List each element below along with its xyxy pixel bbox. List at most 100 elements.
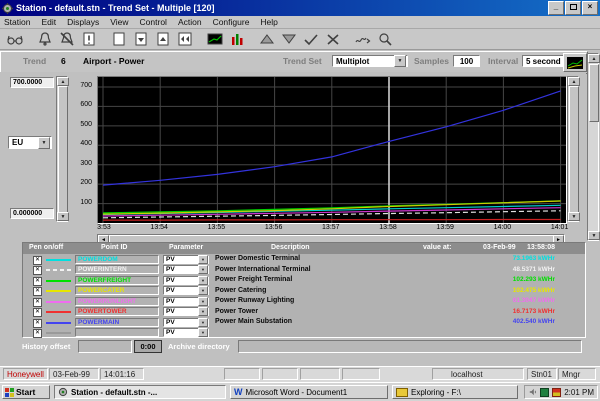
pen-value: 73.1963 kWHr <box>463 255 555 262</box>
point-id-field[interactable]: POWERTOWER <box>75 307 159 316</box>
parameter-select[interactable]: PV▼ <box>163 307 209 316</box>
trend-set-select[interactable]: Multiplot ▼ <box>332 55 408 67</box>
point-id-field[interactable] <box>75 328 159 337</box>
parameter-value: PV <box>164 266 198 273</box>
close-button[interactable]: × <box>582 1 598 15</box>
word-icon: W <box>234 387 243 397</box>
pen-onoff-checkbox[interactable]: ✕ <box>33 266 42 275</box>
zoom-icon[interactable] <box>374 30 396 48</box>
pen-onoff-checkbox[interactable]: ✕ <box>33 308 42 317</box>
point-id-field[interactable]: POWERFREIGHT <box>75 276 159 285</box>
pen-value: 102.475 kWHr <box>463 287 555 294</box>
check-icon: ✕ <box>34 320 41 327</box>
speaker-icon <box>529 388 537 396</box>
eu-select[interactable]: EU ▼ <box>8 136 52 149</box>
chevron-down-icon[interactable]: ▼ <box>198 265 208 274</box>
task-explorer[interactable]: Exploring - F:\ <box>392 385 518 399</box>
scroll-thumb[interactable] <box>58 86 68 214</box>
chevron-down-icon[interactable]: ▼ <box>198 297 208 306</box>
task-station[interactable]: Station - default.stn -... <box>54 385 226 399</box>
scroll-thumb[interactable] <box>569 86 579 214</box>
minimize-button[interactable]: _ <box>548 1 564 15</box>
pen-table-header: Pen on/off Point ID Parameter Descriptio… <box>23 243 585 254</box>
page-up-icon[interactable] <box>152 30 174 48</box>
scroll-up-icon[interactable]: ▲ <box>568 77 580 86</box>
restore-button[interactable] <box>565 1 581 15</box>
point-id-field[interactable]: POWERRUNLIGHT <box>75 297 159 306</box>
glasses-icon[interactable] <box>4 30 26 48</box>
page-back-icon[interactable] <box>174 30 196 48</box>
point-id-field[interactable]: POWERDOM <box>75 255 159 264</box>
pen-description: Power Main Substation <box>215 318 292 325</box>
page-icon[interactable] <box>108 30 130 48</box>
pen-onoff-checkbox[interactable]: ✕ <box>33 329 42 338</box>
scroll-down-icon[interactable]: ▼ <box>588 231 600 240</box>
scroll-up-icon[interactable]: ▲ <box>57 77 69 86</box>
menu-action[interactable]: Action <box>178 17 202 27</box>
samples-field[interactable]: 100 <box>453 55 480 67</box>
scroll-down-icon[interactable]: ▼ <box>568 212 580 221</box>
point-id-field[interactable]: POWERINTERN <box>75 265 159 274</box>
menu-view[interactable]: View <box>110 17 128 27</box>
point-id-field[interactable]: POWERCATER <box>75 286 159 295</box>
chevron-down-icon[interactable]: ▼ <box>198 318 208 327</box>
page-down-icon[interactable] <box>130 30 152 48</box>
y-axis-min-field[interactable]: 0.000000 <box>10 208 54 219</box>
menu-help[interactable]: Help <box>260 17 277 27</box>
parameter-select[interactable]: PV▼ <box>163 297 209 306</box>
tray-app-icon[interactable] <box>540 388 549 397</box>
window-controls: _ × <box>548 1 598 15</box>
tray-app-icon[interactable] <box>552 388 561 397</box>
parameter-select[interactable]: PV▼ <box>163 318 209 327</box>
pen-onoff-checkbox[interactable]: ✕ <box>33 256 42 265</box>
parameter-select[interactable]: PV▼ <box>163 286 209 295</box>
plot-vertical-scrollbar[interactable]: ▲ ▼ <box>567 76 579 222</box>
scroll-thumb[interactable] <box>589 64 599 122</box>
bar-chart-icon[interactable] <box>226 30 248 48</box>
parameter-select[interactable]: PV▼ <box>163 255 209 264</box>
point-id-field[interactable]: POWERMAIN <box>75 318 159 327</box>
chevron-down-icon[interactable]: ▼ <box>394 55 406 67</box>
cancel-icon[interactable] <box>322 30 344 48</box>
menu-station[interactable]: Station <box>4 17 30 27</box>
parameter-select[interactable]: PV▼ <box>163 276 209 285</box>
trend-set-button[interactable] <box>563 53 587 72</box>
y-axis-max-field[interactable]: 700.0000 <box>10 77 54 88</box>
y-axis-scrollbar[interactable]: ▲ ▼ <box>56 76 68 222</box>
scroll-down-icon[interactable]: ▼ <box>57 212 69 221</box>
alarm-page-icon[interactable] <box>78 30 100 48</box>
menu-edit[interactable]: Edit <box>41 17 56 27</box>
bell-off-icon[interactable] <box>56 30 78 48</box>
chevron-down-icon[interactable]: ▼ <box>198 328 208 337</box>
chevron-down-icon[interactable]: ▼ <box>38 137 50 149</box>
menu-displays[interactable]: Displays <box>67 17 99 27</box>
pen-description: Power Catering <box>215 287 266 294</box>
trend-plot[interactable] <box>97 76 567 224</box>
start-button[interactable]: Start <box>2 385 50 399</box>
chevron-down-icon[interactable]: ▼ <box>198 276 208 285</box>
bell-icon[interactable] <box>34 30 56 48</box>
ack-icon[interactable] <box>352 30 374 48</box>
task-word[interactable]: W Microsoft Word - Document1 <box>230 385 388 399</box>
page-vertical-scrollbar[interactable]: ▲ ▼ <box>587 53 599 241</box>
parameter-select[interactable]: PV▼ <box>163 328 209 337</box>
chevron-down-icon[interactable]: ▼ <box>198 255 208 264</box>
pen-onoff-checkbox[interactable]: ✕ <box>33 277 42 286</box>
pen-onoff-checkbox[interactable]: ✕ <box>33 319 42 328</box>
history-offset-input[interactable] <box>78 340 132 353</box>
pen-onoff-checkbox[interactable]: ✕ <box>33 287 42 296</box>
parameter-select[interactable]: PV▼ <box>163 265 209 274</box>
pen-row-powerintern: ✕POWERINTERNPV▼Power International Termi… <box>23 265 585 276</box>
archive-directory-input[interactable] <box>238 340 582 353</box>
menu-control[interactable]: Control <box>140 17 167 27</box>
check-icon: ✕ <box>34 278 41 285</box>
pen-onoff-checkbox[interactable]: ✕ <box>33 298 42 307</box>
chevron-down-icon[interactable]: ▼ <box>198 286 208 295</box>
accept-icon[interactable] <box>300 30 322 48</box>
menu-configure[interactable]: Configure <box>213 17 250 27</box>
trend-icon[interactable] <box>204 30 226 48</box>
raise-icon[interactable] <box>256 30 278 48</box>
lower-icon[interactable] <box>278 30 300 48</box>
scroll-up-icon[interactable]: ▲ <box>588 54 600 63</box>
chevron-down-icon[interactable]: ▼ <box>198 307 208 316</box>
